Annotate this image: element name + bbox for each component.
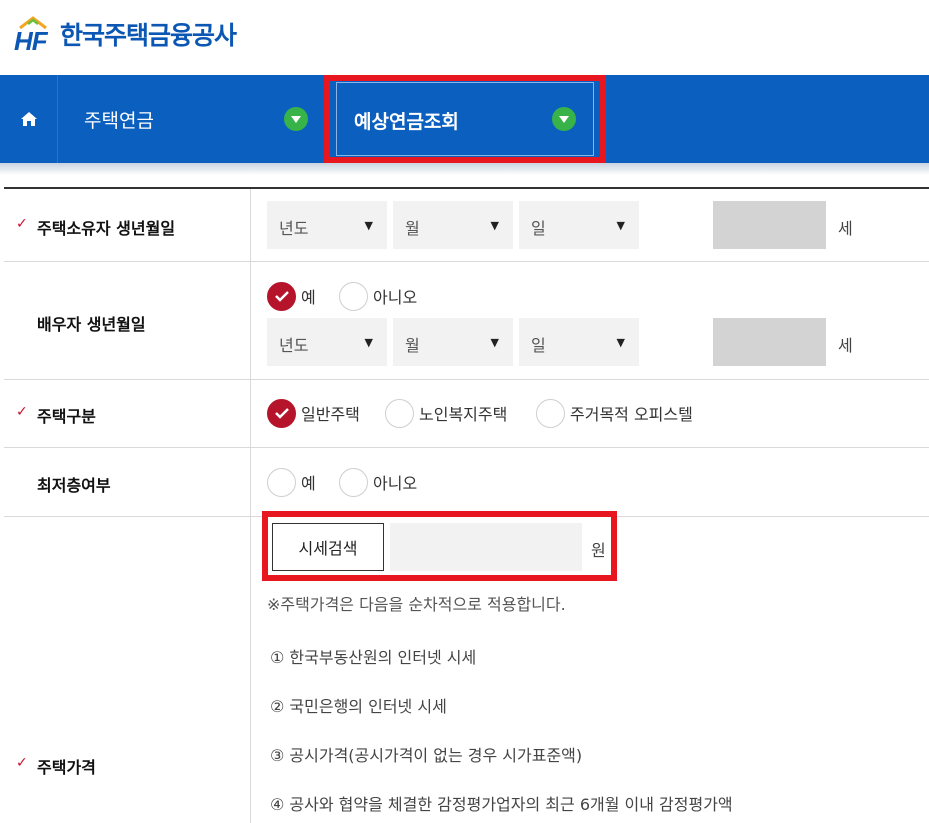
radio-label: 예 <box>301 288 316 307</box>
home-button[interactable] <box>0 75 58 163</box>
hf-logo-mark: HF <box>14 16 54 56</box>
row-content: 예 아니오 <box>251 448 929 516</box>
required-check-icon: ✓ <box>16 216 28 232</box>
radio-label: 일반주택 <box>301 405 360 424</box>
radio-label: 예 <box>301 474 316 493</box>
select-value: 월 <box>405 336 420 355</box>
nav-shadow <box>0 163 929 175</box>
radio-label: 아니오 <box>373 474 418 493</box>
form-row-house-type: ✓ 주택구분 일반주택 노인복지주택 주거목적 오피스텔 <box>4 380 929 448</box>
required-check-icon: ✓ <box>16 404 28 420</box>
age-unit: 세 <box>838 336 853 355</box>
nav-item-label: 주택연금 <box>84 109 154 132</box>
spouse-yes-radio[interactable]: 예 <box>267 281 316 311</box>
radio-unchecked-icon <box>536 398 565 428</box>
row-content: 일반주택 노인복지주택 주거목적 오피스텔 <box>251 380 929 447</box>
row-content: 예 아니오 년도 ▼ 월 ▼ 일 ▼ 세 <box>251 262 929 379</box>
radio-unchecked-icon <box>339 281 368 311</box>
owner-year-select[interactable]: 년도 ▼ <box>267 201 387 249</box>
owner-age-display <box>713 201 826 249</box>
price-note-item: ④ 공사와 협약을 체결한 감정평가업자의 최근 6개월 이내 감정평가액 <box>270 795 733 814</box>
row-content: 시세검색 원 ※주택가격은 다음을 순차적으로 적용합니다. ① 한국부동산원의… <box>251 511 929 823</box>
price-unit: 원 <box>591 541 606 560</box>
row-label: 최저층여부 <box>37 476 111 495</box>
logo-mark-text: HF <box>14 26 48 56</box>
select-value: 년도 <box>279 219 309 238</box>
row-label: 배우자 생년월일 <box>37 315 146 334</box>
row-header: ✓ 주택구분 <box>4 380 251 447</box>
select-value: 월 <box>405 219 420 238</box>
age-unit: 세 <box>838 219 853 238</box>
chevron-down-icon <box>552 107 576 131</box>
house-type-officetel-radio[interactable]: 주거목적 오피스텔 <box>536 398 693 428</box>
form-row-house-price: ✓ 주택가격 시세검색 원 ※주택가격은 다음을 순차적으로 적용합니다. ① … <box>4 511 929 823</box>
radio-label: 아니오 <box>373 288 418 307</box>
required-check-icon: ✓ <box>16 755 28 771</box>
price-search-highlight: 시세검색 원 <box>262 511 617 581</box>
caret-down-icon: ▼ <box>490 219 499 232</box>
row-content: 년도 ▼ 월 ▼ 일 ▼ 세 <box>251 189 929 261</box>
radio-checked-icon <box>267 281 296 311</box>
lowest-floor-no-radio[interactable]: 아니오 <box>339 467 417 497</box>
spouse-age-display <box>713 318 826 366</box>
house-type-general-radio[interactable]: 일반주택 <box>267 398 360 428</box>
spouse-no-radio[interactable]: 아니오 <box>339 281 417 311</box>
price-search-button[interactable]: 시세검색 <box>272 523 384 571</box>
house-type-senior-welfare-radio[interactable]: 노인복지주택 <box>385 398 507 428</box>
form-row-spouse-birth: 배우자 생년월일 예 아니오 년도 ▼ 월 ▼ 일 ▼ 세 <box>4 262 929 380</box>
caret-down-icon: ▼ <box>364 219 373 232</box>
caret-down-icon: ▼ <box>616 336 625 349</box>
row-header: 최저층여부 <box>4 448 251 516</box>
select-value: 일 <box>531 219 546 238</box>
radio-unchecked-icon <box>385 398 414 428</box>
spouse-year-select[interactable]: 년도 ▼ <box>267 318 387 366</box>
house-price-input[interactable] <box>390 523 582 571</box>
price-note-item: ③ 공시가격(공시가격이 없는 경우 시가표준액) <box>270 746 583 765</box>
row-label: 주택소유자 생년월일 <box>37 219 176 238</box>
radio-label: 노인복지주택 <box>419 405 508 424</box>
radio-unchecked-icon <box>339 467 368 497</box>
nav-dropdown-estimated-pension[interactable]: 예상연금조회 <box>324 75 606 163</box>
row-label: 주택구분 <box>37 407 96 426</box>
spouse-day-select[interactable]: 일 ▼ <box>519 318 639 366</box>
nav-item-label: 예상연금조회 <box>354 111 459 133</box>
chevron-down-icon <box>284 107 308 131</box>
price-note-item: ① 한국부동산원의 인터넷 시세 <box>270 648 477 667</box>
radio-checked-icon <box>267 398 296 428</box>
main-navbar: 주택연금 예상연금조회 <box>0 75 929 163</box>
spouse-month-select[interactable]: 월 ▼ <box>393 318 513 366</box>
owner-month-select[interactable]: 월 ▼ <box>393 201 513 249</box>
nav-dropdown-reverse-mortgage[interactable]: 주택연금 <box>84 75 324 163</box>
select-value: 년도 <box>279 336 309 355</box>
radio-label: 주거목적 오피스텔 <box>570 405 693 424</box>
home-icon <box>20 112 37 126</box>
price-note-item: ② 국민은행의 인터넷 시세 <box>270 697 447 716</box>
caret-down-icon: ▼ <box>616 219 625 232</box>
lowest-floor-yes-radio[interactable]: 예 <box>267 467 316 497</box>
logo[interactable]: HF 한국주택금융공사 <box>14 14 237 56</box>
row-label: 주택가격 <box>37 758 96 777</box>
pension-form: ✓ 주택소유자 생년월일 년도 ▼ 월 ▼ 일 ▼ 세 배우자 생년월일 예 아… <box>4 187 929 823</box>
logo-text: 한국주택금융공사 <box>60 21 237 50</box>
row-header: ✓ 주택소유자 생년월일 <box>4 189 251 261</box>
caret-down-icon: ▼ <box>490 336 499 349</box>
row-header: 배우자 생년월일 <box>4 262 251 379</box>
form-row-lowest-floor: 최저층여부 예 아니오 <box>4 448 929 517</box>
price-note-heading: ※주택가격은 다음을 순차적으로 적용합니다. <box>267 595 566 614</box>
radio-unchecked-icon <box>267 467 296 497</box>
caret-down-icon: ▼ <box>364 336 373 349</box>
row-header: ✓ 주택가격 <box>4 517 251 823</box>
owner-day-select[interactable]: 일 ▼ <box>519 201 639 249</box>
select-value: 일 <box>531 336 546 355</box>
form-row-owner-birth: ✓ 주택소유자 생년월일 년도 ▼ 월 ▼ 일 ▼ 세 <box>4 189 929 262</box>
